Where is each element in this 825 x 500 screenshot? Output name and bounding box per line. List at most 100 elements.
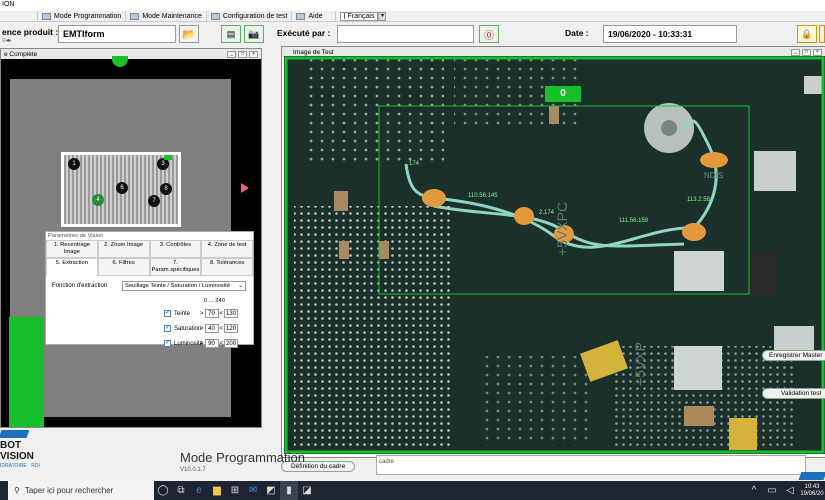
volume-icon[interactable]: ◁: [781, 481, 799, 500]
logo-sub-text: IDRATOIRE · RDI: [0, 463, 40, 469]
saturation-checkbox[interactable]: ✓: [164, 325, 171, 332]
tab-filtres[interactable]: 6. Filtres: [97, 258, 150, 276]
extraction-function-select[interactable]: Seuillage Teinte / Saturation / Luminosi…: [122, 281, 246, 291]
top-green-handle[interactable]: [112, 56, 128, 67]
executed-by-field[interactable]: [337, 25, 474, 43]
menu-mode-maintenance[interactable]: Mode Maintenance: [126, 10, 207, 22]
tab-tolerances[interactable]: 8. Tolérances: [201, 258, 253, 276]
marker-8[interactable]: 8: [160, 183, 172, 195]
minimize-icon[interactable]: _: [791, 48, 800, 56]
close-icon[interactable]: ×: [813, 48, 822, 56]
maximize-icon[interactable]: □: [238, 50, 247, 58]
programmation-icon: [42, 12, 51, 20]
vision-params-panel: Paramètres de Vision 1. Recentrage Image…: [45, 231, 254, 348]
pass-counter: 0: [545, 86, 581, 102]
params-tabs: 1. Recentrage Image 2. Zoom Image 3. Con…: [46, 240, 253, 276]
marker-7[interactable]: 7: [148, 195, 160, 207]
tab-controles[interactable]: 3. Contrôles: [149, 240, 202, 258]
network-icon[interactable]: ▭: [763, 481, 781, 500]
tab-zoom[interactable]: 2. Zoom Image: [97, 240, 150, 258]
mode-title: Mode Programmation: [180, 450, 305, 465]
operator-button[interactable]: ⓪: [479, 25, 499, 43]
teinte-max-input[interactable]: 130: [224, 309, 239, 318]
extraction-function-label: Fonction d'extraction: [52, 283, 108, 289]
menu-configuration[interactable]: Configuration de test: [207, 10, 293, 22]
chevron-up-icon[interactable]: ^: [745, 481, 763, 500]
help-icon: [296, 12, 306, 20]
unlock-button[interactable]: [819, 25, 825, 43]
maximize-icon[interactable]: □: [802, 48, 811, 56]
scanner-button[interactable]: ▤: [221, 25, 241, 43]
vision-params-title: Paramètres de Vision: [48, 233, 104, 239]
validate-test-button[interactable]: Validation test: [762, 388, 825, 399]
measure-label-4: 111.56.159: [619, 218, 649, 224]
photos-icon[interactable]: ◩: [262, 481, 280, 500]
minimize-icon[interactable]: _: [227, 50, 236, 58]
app-icon-2[interactable]: ◪: [298, 481, 316, 500]
board-thumbnail[interactable]: 1 3 6 8 4 7: [61, 152, 181, 227]
arrow-right-icon[interactable]: [241, 183, 249, 193]
corner-logo-mark: [798, 472, 825, 480]
range-label: 0 ... 240: [204, 298, 225, 304]
date-label: Date :: [565, 28, 589, 38]
edge-icon[interactable]: e: [190, 481, 208, 500]
camera-button[interactable]: 📷: [244, 25, 264, 43]
product-ref-field[interactable]: EMTIform: [58, 25, 176, 43]
stop-icon: ⓪: [484, 30, 494, 42]
measure-label-5: 113.2.58: [687, 197, 710, 203]
luminosite-checkbox[interactable]: ✓: [164, 340, 171, 347]
open-folder-button[interactable]: 📂: [179, 25, 199, 43]
language-selector[interactable]: Français ▾: [336, 11, 390, 22]
camera-icon: 📷: [248, 28, 260, 39]
task-view-icon[interactable]: ◯: [154, 481, 172, 500]
close-icon[interactable]: ×: [249, 50, 258, 58]
saturation-min-input[interactable]: 40: [204, 324, 219, 333]
configuration-icon: [210, 12, 220, 20]
store-icon[interactable]: ⊞: [226, 481, 244, 500]
menu-mode-programmation[interactable]: Mode Programmation: [38, 10, 127, 22]
thumbnail-green-marker: [164, 155, 172, 160]
product-ref-sub: ≡◂▸: [2, 38, 12, 44]
luminosite-min-input[interactable]: 90: [204, 339, 219, 348]
marker-1[interactable]: 1: [68, 158, 80, 170]
tab-zone-test[interactable]: 4. Zone de test: [201, 240, 253, 258]
logo-mark: [0, 430, 30, 438]
marker-4[interactable]: 4: [92, 194, 104, 206]
taskbar-search[interactable]: ⚲ Taper ici pour rechercher: [8, 481, 154, 500]
silkscreen-5vxp: +5VXP: [632, 342, 648, 386]
tab-param-specifiques[interactable]: 7. Param.spécifiques: [149, 258, 202, 276]
test-image-canvas[interactable]: 0 174 110.56.145 2.174 111.56.159 113.2.…: [284, 56, 825, 454]
executed-by-label: Exécuté par :: [277, 28, 331, 38]
teinte-min-input[interactable]: 70: [204, 309, 219, 318]
marker-6[interactable]: 6: [116, 182, 128, 194]
app-icon-active[interactable]: ▮: [280, 481, 298, 500]
tab-recentrage[interactable]: 1. Recentrage Image: [46, 240, 98, 258]
tab-extraction[interactable]: 5. Extraction: [46, 258, 98, 276]
silkscreen-ndis: NDIS: [704, 171, 724, 180]
measure-label-3: 2.174: [539, 210, 555, 216]
luminosite-max-input[interactable]: 200: [224, 339, 239, 348]
start-button[interactable]: [0, 481, 8, 500]
chevron-down-icon[interactable]: ▾: [378, 11, 387, 21]
folder-icon: 📂: [182, 28, 196, 41]
folder-icon[interactable]: ▆: [208, 481, 226, 500]
menu-spacer: [0, 10, 38, 22]
clock[interactable]: 10:43 19/06/20: [799, 484, 825, 498]
taskview-grid-icon[interactable]: ⧉: [172, 481, 190, 500]
window-title: ION: [2, 1, 15, 8]
measure-label-2: 110.56.145: [468, 193, 498, 199]
param-row-luminosite: ✓ Luminosité >90 <200: [164, 339, 239, 348]
status-area: cadre: [376, 455, 806, 475]
mail-icon[interactable]: ✉: [244, 481, 262, 500]
menu-aide[interactable]: Aide: [292, 10, 337, 22]
lock-button[interactable]: 🔒: [797, 25, 817, 43]
measure-label-1: 174: [409, 161, 420, 167]
teinte-checkbox[interactable]: ✓: [164, 310, 171, 317]
saturation-max-input[interactable]: 120: [224, 324, 239, 333]
chevron-down-icon: ⌄: [238, 283, 243, 289]
scanner-icon: ▤: [226, 28, 236, 39]
save-master-button[interactable]: Enregistrer Master: [762, 350, 825, 361]
product-ref-label: ence produit :: [2, 27, 59, 37]
full-image-window-titlebar: e Complète _ □ ×: [1, 49, 261, 59]
window-title-bar: ION: [0, 0, 825, 11]
